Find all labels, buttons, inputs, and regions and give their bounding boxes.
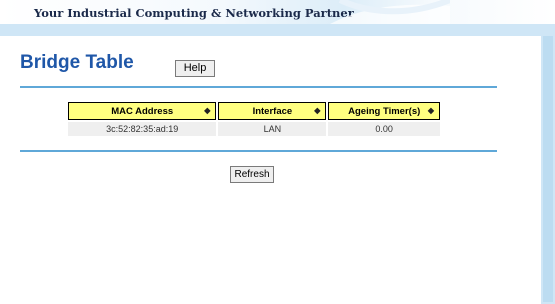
cell-interface: LAN bbox=[218, 122, 327, 136]
column-header-mac-address[interactable]: MAC Address ◆ bbox=[68, 102, 217, 120]
column-header-label: MAC Address bbox=[111, 105, 174, 117]
bridge-table: MAC Address ◆ Interface ◆ Ageing Timer(s… bbox=[66, 100, 442, 138]
cell-ageing-timer: 0.00 bbox=[328, 122, 440, 136]
refresh-button[interactable]: Refresh bbox=[230, 166, 274, 183]
column-header-label: Ageing Timer(s) bbox=[348, 105, 421, 117]
top-divider bbox=[20, 86, 497, 88]
scrollbar-thumb[interactable] bbox=[543, 36, 553, 302]
sort-icon[interactable]: ◆ bbox=[314, 106, 320, 115]
help-button[interactable]: Help bbox=[175, 60, 215, 77]
column-header-label: Interface bbox=[252, 105, 293, 117]
table-header-row: MAC Address ◆ Interface ◆ Ageing Timer(s… bbox=[68, 102, 440, 120]
sort-icon[interactable]: ◆ bbox=[204, 106, 210, 115]
company-tagline: Your Industrial Computing & Networking P… bbox=[34, 6, 354, 20]
table-row: 3c:52:82:35:ad:19 LAN 0.00 bbox=[68, 122, 440, 136]
header-divider-band bbox=[0, 24, 541, 36]
banner-swoosh-graphic bbox=[330, 0, 450, 24]
vertical-scrollbar[interactable] bbox=[541, 24, 555, 304]
bottom-divider bbox=[20, 150, 497, 152]
page-title: Bridge Table bbox=[20, 52, 134, 73]
header-banner: Your Industrial Computing & Networking P… bbox=[0, 0, 555, 24]
column-header-interface[interactable]: Interface ◆ bbox=[218, 102, 327, 120]
sort-icon[interactable]: ◆ bbox=[428, 106, 434, 115]
cell-mac-address: 3c:52:82:35:ad:19 bbox=[68, 122, 217, 136]
column-header-ageing-timer[interactable]: Ageing Timer(s) ◆ bbox=[328, 102, 440, 120]
